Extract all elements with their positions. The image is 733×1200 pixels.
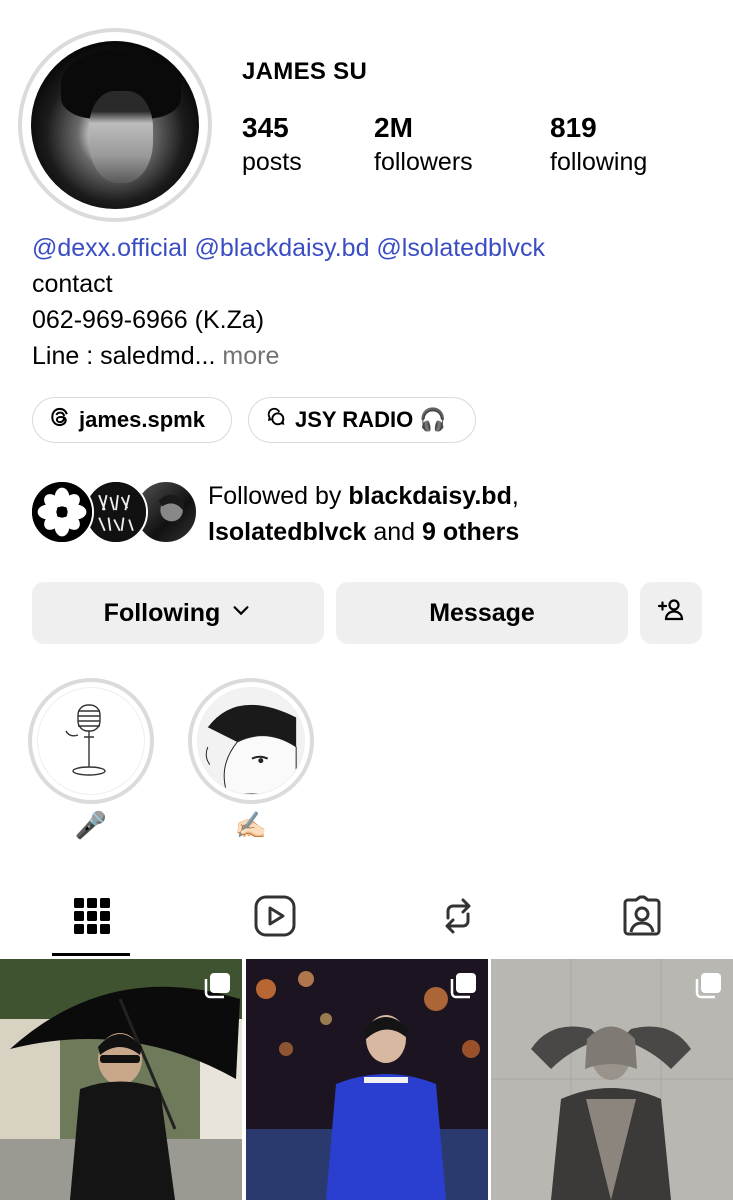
message-button[interactable]: Message [336, 582, 628, 644]
chat-icon [265, 406, 287, 434]
highlight-drawing[interactable] [188, 678, 314, 804]
highlight-drawing-cover [197, 687, 305, 795]
profile-username: JAMES SU [242, 58, 368, 85]
followed-by-mid: and [366, 518, 423, 546]
reposts-icon [438, 896, 478, 941]
mutual-followers-avatars[interactable] [30, 480, 198, 546]
tab-reels[interactable] [183, 880, 366, 956]
following-label: following [550, 148, 648, 176]
bio-line-phone: 062-969-6966 (K.Za) [32, 306, 265, 334]
bio-mentions[interactable]: @dexx.official @blackdaisy.bd @lsolatedb… [32, 230, 545, 266]
threads-link-chip[interactable]: james.spmk [32, 397, 232, 443]
followed-by-user1: blackdaisy.bd [348, 482, 512, 510]
multi-post-icon [693, 971, 723, 1001]
threads-icon [49, 406, 71, 434]
radio-link-chip[interactable]: JSY RADIO 🎧 [248, 397, 476, 443]
followed-by-text[interactable]: Followed by blackdaisy.bd, lsolatedblvck… [208, 478, 519, 550]
bio-line-line: Line : saledmd... more [32, 338, 279, 374]
bio-line-contact: contact [32, 270, 113, 298]
avatar-image [31, 41, 199, 209]
tab-posts-grid[interactable] [0, 880, 183, 956]
tab-tagged[interactable] [550, 880, 733, 956]
bio-line-text: Line : saledmd... [32, 342, 216, 370]
stat-following[interactable]: 819 following [550, 112, 647, 177]
highlight-mic-label: 🎤 [74, 810, 108, 840]
multi-post-icon [448, 971, 478, 1001]
post-tile-2[interactable] [246, 959, 488, 1200]
highlight-mic-cover [37, 687, 145, 795]
chevron-down-icon [230, 599, 252, 628]
grid-icon [73, 897, 111, 940]
stat-followers[interactable]: 2M followers [374, 112, 473, 177]
tagged-icon [620, 894, 664, 943]
following-count: 819 [550, 112, 597, 143]
profile-tab-bar [0, 880, 733, 958]
followed-by-sep: , [511, 482, 519, 510]
post-tile-1[interactable] [0, 959, 242, 1200]
mutual-avatar-daisy [30, 480, 94, 544]
tab-reposts[interactable] [366, 880, 549, 956]
posts-label: posts [242, 148, 302, 176]
add-person-icon [656, 595, 686, 632]
highlight-drawing-label: ✍🏻 [234, 810, 268, 840]
followers-count: 2M [374, 112, 413, 143]
threads-link-label: james.spmk [79, 407, 205, 432]
posts-grid [0, 959, 733, 1200]
reels-icon [253, 894, 297, 943]
message-label: Message [429, 598, 535, 627]
profile-avatar[interactable] [18, 28, 212, 222]
highlight-mic[interactable] [28, 678, 154, 804]
followed-by-prefix: Followed by [208, 482, 349, 510]
add-person-button[interactable] [640, 582, 702, 644]
followed-by-others: 9 others [422, 518, 520, 546]
stat-posts[interactable]: 345 posts [242, 112, 302, 177]
following-button[interactable]: Following [32, 582, 324, 644]
post-tile-3[interactable] [491, 959, 733, 1200]
followers-label: followers [374, 148, 473, 176]
bio-more-link[interactable]: more [215, 342, 279, 370]
following-label: Following [103, 598, 221, 627]
followed-by-user2: lsolatedblvck [208, 518, 367, 546]
active-tab-indicator [52, 953, 130, 956]
multi-post-icon [202, 971, 232, 1001]
radio-link-label: JSY RADIO 🎧 [295, 407, 447, 432]
posts-count: 345 [242, 112, 289, 143]
